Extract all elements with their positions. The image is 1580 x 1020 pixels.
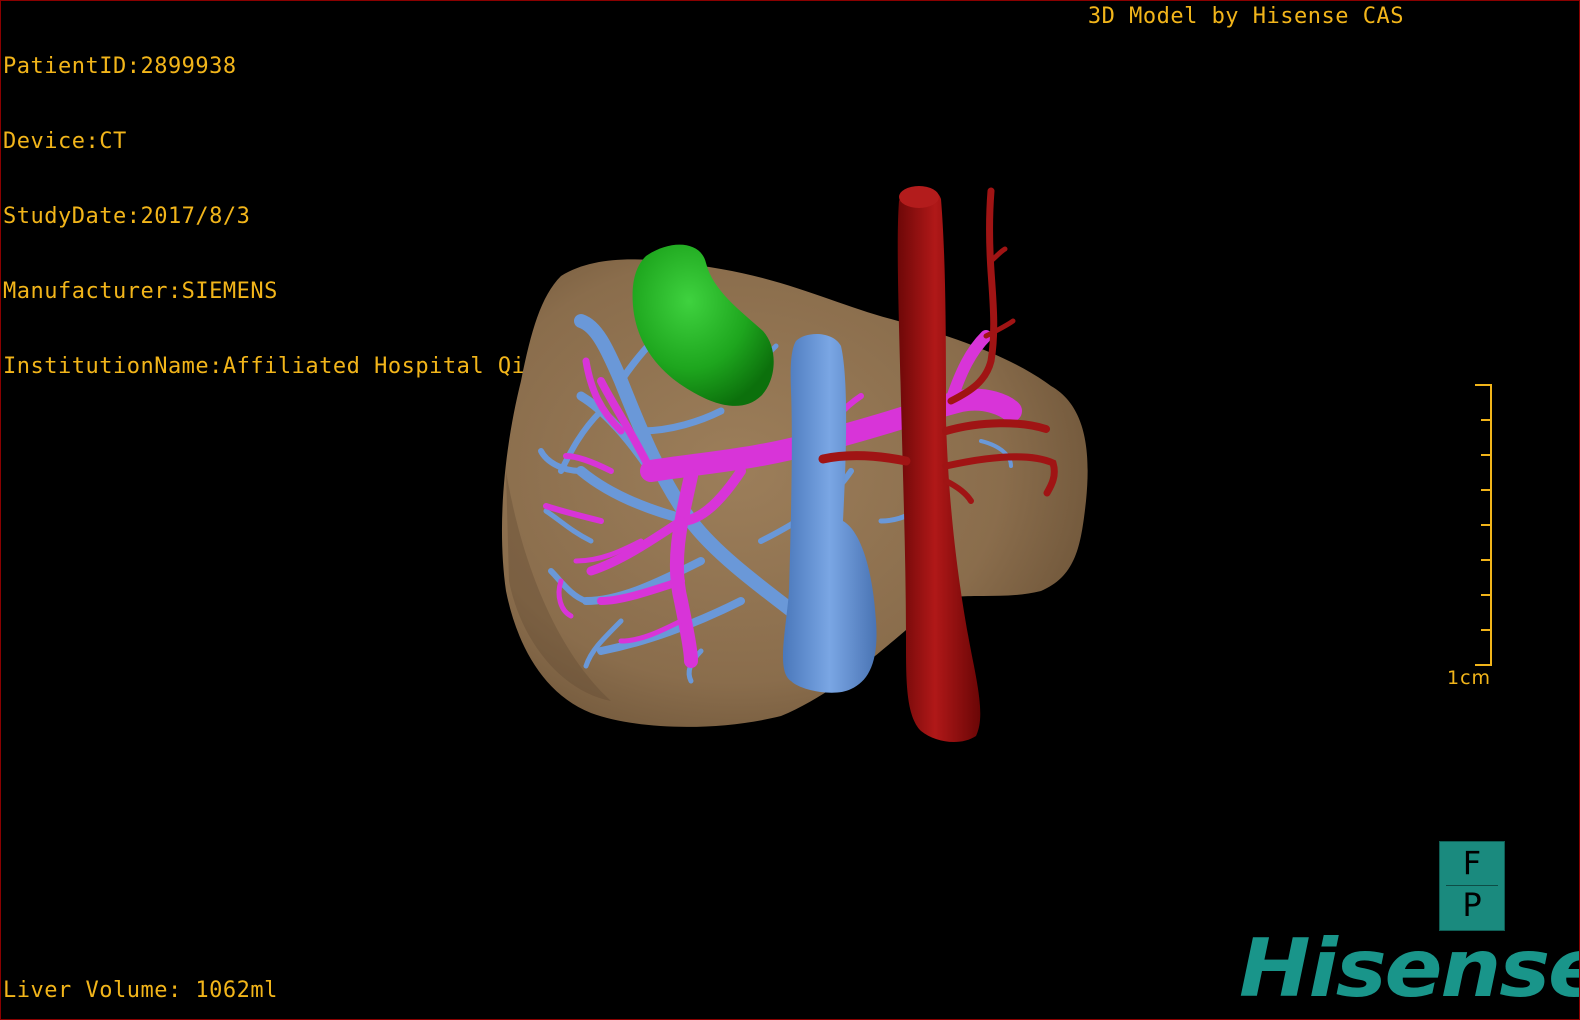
orientation-posterior-label: P [1462, 886, 1482, 924]
scale-bar [1475, 384, 1492, 666]
liver-3d-model[interactable] [1, 1, 1580, 1020]
orientation-indicator[interactable]: F P [1439, 841, 1505, 931]
liver-volume: Liver Volume: 1062ml [3, 978, 278, 1003]
hisense-logo: Hisense [1239, 922, 1580, 1015]
3d-viewport[interactable]: PatientID:2899938 Device:CT StudyDate:20… [0, 0, 1580, 1020]
orientation-front-label: F [1462, 844, 1482, 882]
scale-label: 1cm [1447, 667, 1492, 689]
